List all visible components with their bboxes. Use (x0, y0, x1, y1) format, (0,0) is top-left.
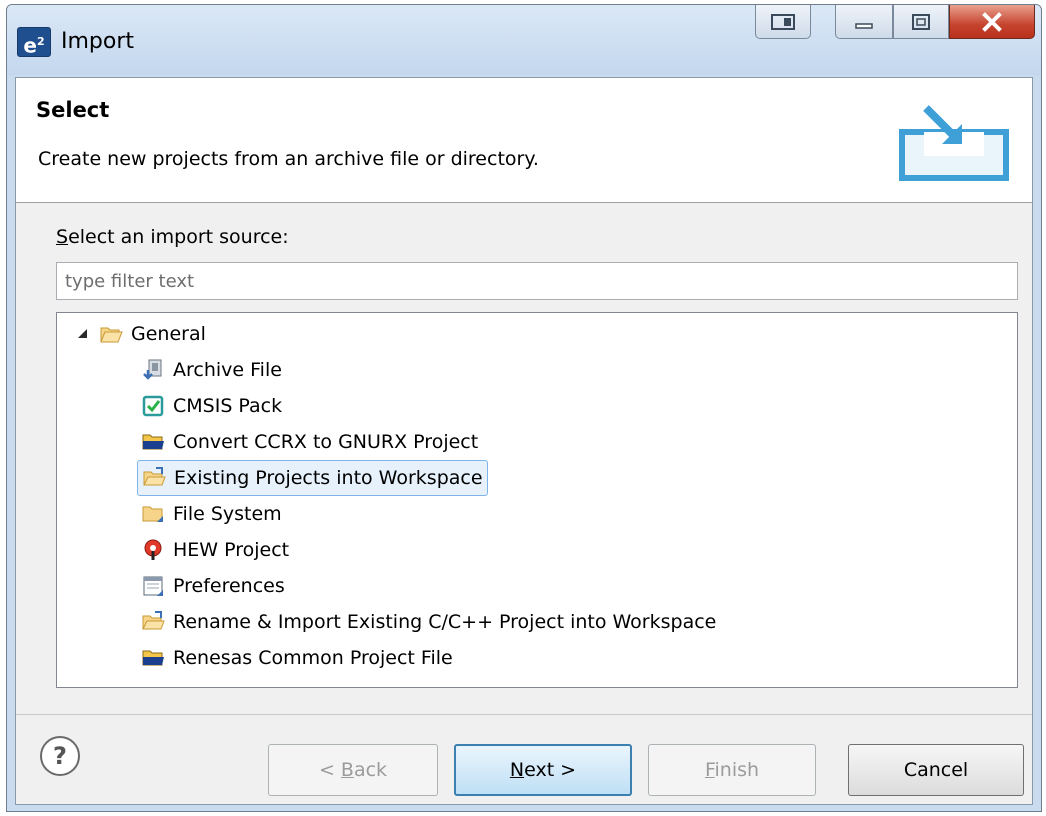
file-system-folder-icon (142, 506, 163, 522)
tree-item-archive-file[interactable]: Archive File (141, 353, 282, 387)
tree-item-rename-import[interactable]: Rename & Import Existing C/C++ Project i… (141, 605, 716, 639)
import-source-label: Select an import source: (56, 226, 289, 248)
rename-import-icon (142, 611, 165, 630)
tree-node-general[interactable]: General (73, 317, 206, 351)
minimize-icon (855, 22, 873, 29)
button-bar-separator (16, 714, 1032, 715)
tree-item-renesas-common[interactable]: Renesas Common Project File (141, 641, 453, 675)
archive-file-icon (143, 359, 162, 380)
import-window: e2 Import Select Create new projects fro… (6, 4, 1042, 812)
tree-item-file-system[interactable]: File System (141, 497, 282, 531)
help-button[interactable]: ? (40, 736, 80, 776)
tree-item-label: Existing Projects into Workspace (174, 467, 483, 489)
back-button[interactable]: < Back (268, 744, 438, 796)
import-wizard-icon (899, 105, 1009, 181)
cmsis-pack-icon (142, 395, 164, 417)
tree-item-hew-project[interactable]: HEW Project (141, 533, 289, 567)
tree-item-label: Convert CCRX to GNURX Project (173, 431, 479, 453)
import-source-tree[interactable]: General Archive File CMSIS Pack Convert … (56, 312, 1018, 688)
cancel-button[interactable]: Cancel (848, 744, 1024, 796)
tree-item-label: Renesas Common Project File (173, 647, 453, 669)
renesas-folder-icon (142, 650, 164, 666)
help-icon: ? (53, 742, 67, 770)
tree-node-label: General (131, 323, 206, 345)
e2-studio-app-icon: e2 (17, 27, 51, 58)
tree-item-convert-ccrx[interactable]: Convert CCRX to GNURX Project (141, 425, 478, 459)
wizard-banner: Select Create new projects from an archi… (16, 78, 1032, 203)
maximize-icon (912, 13, 930, 30)
finish-button[interactable]: Finish (648, 744, 816, 796)
tree-item-label: Rename & Import Existing C/C++ Project i… (173, 611, 717, 633)
next-button[interactable]: Next > (454, 744, 632, 796)
folder-open-icon (100, 327, 123, 343)
tree-item-label: Archive File (173, 359, 282, 381)
minimize-button[interactable] (835, 5, 893, 39)
tree-item-label: CMSIS Pack (173, 395, 283, 417)
tree-item-existing-projects[interactable]: Existing Projects into Workspace (137, 460, 488, 496)
tree-item-cmsis-pack[interactable]: CMSIS Pack (141, 389, 282, 423)
expand-triangle-icon[interactable] (73, 322, 93, 346)
maximize-button[interactable] (893, 5, 949, 39)
existing-projects-icon (143, 467, 166, 486)
renesas-folder-icon (142, 434, 164, 450)
filter-input[interactable] (56, 262, 1018, 300)
wizard-page-title: Select (36, 98, 110, 122)
preferences-icon (143, 576, 163, 596)
snap-icon (771, 13, 795, 30)
hew-project-icon (144, 539, 162, 560)
snap-window-button[interactable] (755, 5, 811, 39)
import-dialog-body: Select Create new projects from an archi… (15, 77, 1033, 805)
title-bar[interactable]: e2 Import (7, 5, 1041, 75)
tree-item-label: HEW Project (173, 539, 290, 561)
tree-item-label: File System (173, 503, 282, 525)
wizard-page-description: Create new projects from an archive file… (38, 148, 539, 170)
tree-item-label: Preferences (173, 575, 285, 597)
tree-item-preferences[interactable]: Preferences (141, 569, 285, 603)
window-title: Import (61, 29, 135, 54)
close-button[interactable] (949, 5, 1035, 39)
close-icon (982, 11, 1002, 32)
